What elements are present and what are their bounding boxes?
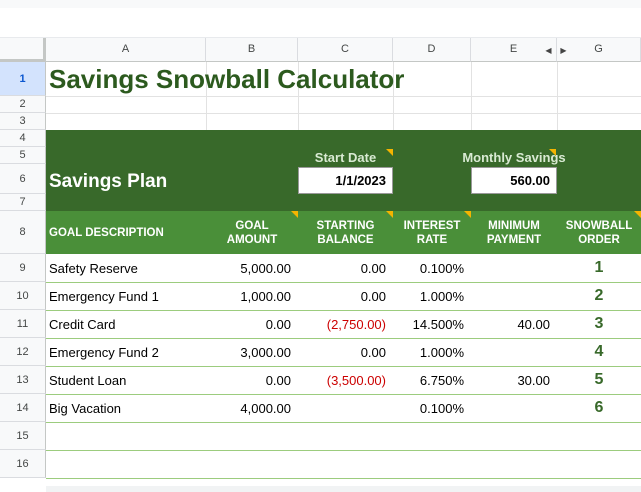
interest-rate-cell[interactable]: 0.100% <box>393 394 471 422</box>
interest-rate-cell[interactable]: 6.750% <box>393 366 471 394</box>
minimum-payment-cell[interactable] <box>471 394 557 422</box>
snowball-order-cell[interactable]: 4 <box>557 338 641 366</box>
goal-amount-cell[interactable]: 3,000.00 <box>206 338 298 366</box>
select-all-corner[interactable] <box>0 38 46 62</box>
header-line: RATE <box>416 233 448 246</box>
note-indicator-icon <box>634 211 641 218</box>
monthly-savings-input[interactable]: 560.00 <box>471 167 557 194</box>
toolbar-area <box>0 0 641 38</box>
goal-description-cell[interactable]: Big Vacation <box>46 394 206 422</box>
snowball-order-cell[interactable]: 6 <box>557 394 641 422</box>
goal-amount-cell[interactable]: 4,000.00 <box>206 394 298 422</box>
minimum-payment-cell[interactable] <box>471 282 557 310</box>
header-minimum-payment: MINIMUM PAYMENT <box>471 211 557 254</box>
row-header-5[interactable]: 5 <box>0 147 46 164</box>
row-header-6[interactable]: 6 <box>0 164 46 194</box>
hidden-columns-toggle[interactable]: ◀ ▶ <box>541 38 571 62</box>
header-line: MINIMUM <box>488 219 540 232</box>
header-snowball-order: SNOWBALL ORDER <box>557 211 641 254</box>
savings-plan-label: Savings Plan <box>49 171 168 192</box>
note-indicator-icon <box>464 211 471 218</box>
row-header-4[interactable]: 4 <box>0 130 46 147</box>
column-header-d[interactable]: D <box>393 38 471 62</box>
monthly-savings-label: Monthly Savings <box>462 149 566 165</box>
minimum-payment-cell[interactable]: 40.00 <box>471 310 557 338</box>
column-header-c[interactable]: C <box>298 38 393 62</box>
page-title: Savings Snowball Calculator <box>49 63 405 94</box>
column-header-a[interactable]: A <box>46 38 206 62</box>
row-header-10[interactable]: 10 <box>0 282 46 310</box>
goal-description-cell[interactable]: Safety Reserve <box>46 254 206 282</box>
snowball-order-cell[interactable]: 5 <box>557 366 641 394</box>
row-header-13[interactable]: 13 <box>0 366 46 394</box>
header-line: GOAL <box>235 219 269 232</box>
goal-amount-cell[interactable]: 0.00 <box>206 366 298 394</box>
header-line: BALANCE <box>317 233 374 246</box>
snowball-order-cell[interactable]: 3 <box>557 310 641 338</box>
interest-rate-cell[interactable]: 1.000% <box>393 282 471 310</box>
start-date-label: Start Date <box>314 149 377 165</box>
minimum-payment-cell[interactable] <box>471 254 557 282</box>
header-starting-balance: STARTING BALANCE <box>298 211 393 254</box>
row-header-15[interactable]: 15 <box>0 422 46 450</box>
header-line: ORDER <box>578 233 620 246</box>
goal-amount-cell[interactable]: 0.00 <box>206 310 298 338</box>
header-line: STARTING <box>316 219 375 232</box>
row-header-2[interactable]: 2 <box>0 96 46 113</box>
horizontal-scrollbar[interactable] <box>46 486 641 492</box>
starting-balance-cell[interactable]: (3,500.00) <box>298 366 393 394</box>
chevron-left-icon[interactable]: ◀ <box>545 46 551 55</box>
row-header-9[interactable]: 9 <box>0 254 46 282</box>
starting-balance-cell[interactable]: 0.00 <box>298 282 393 310</box>
row-header-7[interactable]: 7 <box>0 194 46 211</box>
header-line: INTEREST <box>403 219 461 232</box>
note-indicator-icon <box>386 211 393 218</box>
goal-description-cell[interactable]: Emergency Fund 1 <box>46 282 206 310</box>
header-line: PAYMENT <box>486 233 542 246</box>
header-goal-description: GOAL DESCRIPTION <box>49 226 164 239</box>
goal-description-cell[interactable]: Credit Card <box>46 310 206 338</box>
start-date-input[interactable]: 1/1/2023 <box>298 167 393 194</box>
goal-description-cell[interactable]: Emergency Fund 2 <box>46 338 206 366</box>
row-header-14[interactable]: 14 <box>0 394 46 422</box>
goal-amount-cell[interactable]: 1,000.00 <box>206 282 298 310</box>
row-header-11[interactable]: 11 <box>0 310 46 338</box>
interest-rate-cell[interactable]: 0.100% <box>393 254 471 282</box>
note-indicator-icon <box>549 149 556 156</box>
note-indicator-icon <box>291 211 298 218</box>
goal-amount-cell[interactable]: 5,000.00 <box>206 254 298 282</box>
header-goal-amount: GOAL AMOUNT <box>206 211 298 254</box>
row-header-3[interactable]: 3 <box>0 113 46 130</box>
starting-balance-cell[interactable]: 0.00 <box>298 338 393 366</box>
header-line: AMOUNT <box>226 233 278 246</box>
chevron-right-icon[interactable]: ▶ <box>560 46 566 55</box>
goal-description-cell[interactable]: Student Loan <box>46 366 206 394</box>
row-header-8[interactable]: 8 <box>0 211 46 254</box>
interest-rate-cell[interactable]: 14.500% <box>393 310 471 338</box>
interest-rate-cell[interactable]: 1.000% <box>393 338 471 366</box>
snowball-order-cell[interactable]: 2 <box>557 282 641 310</box>
starting-balance-cell[interactable]: (2,750.00) <box>298 310 393 338</box>
header-line: SNOWBALL <box>565 219 633 232</box>
row-header-1[interactable]: 1 <box>0 62 46 96</box>
snowball-order-cell[interactable]: 1 <box>557 254 641 282</box>
starting-balance-cell[interactable] <box>298 394 393 422</box>
column-header-b[interactable]: B <box>206 38 298 62</box>
note-indicator-icon <box>386 149 393 156</box>
minimum-payment-cell[interactable] <box>471 338 557 366</box>
header-interest-rate: INTEREST RATE <box>393 211 471 254</box>
minimum-payment-cell[interactable]: 30.00 <box>471 366 557 394</box>
row-header-12[interactable]: 12 <box>0 338 46 366</box>
starting-balance-cell[interactable]: 0.00 <box>298 254 393 282</box>
row-header-16[interactable]: 16 <box>0 450 46 478</box>
